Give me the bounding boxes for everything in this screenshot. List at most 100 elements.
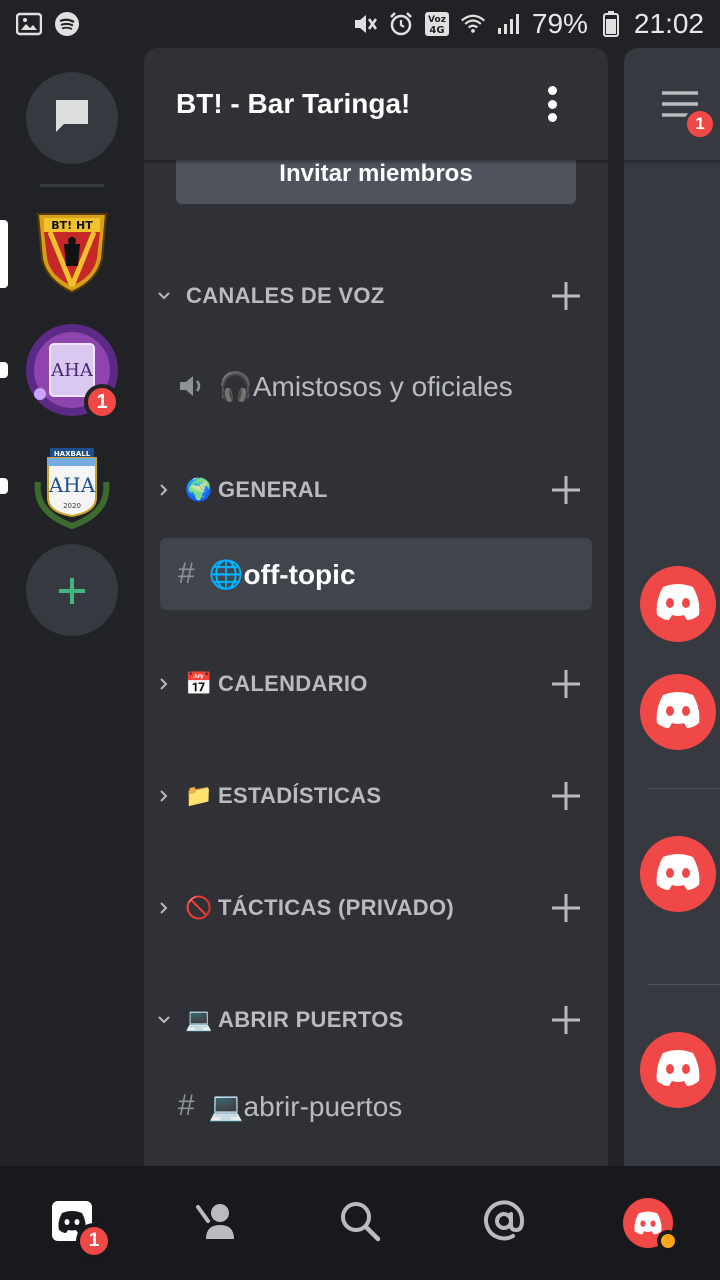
svg-text:BT! HT: BT! HT xyxy=(51,219,93,232)
discord-logo-icon xyxy=(653,853,703,896)
unread-indicator xyxy=(0,362,8,378)
my-avatar xyxy=(623,1198,679,1252)
add-server-button[interactable] xyxy=(26,544,118,636)
category-estadisticas[interactable]: 📁 ESTADÍSTICAS xyxy=(144,772,608,820)
category-label: GENERAL xyxy=(218,477,328,502)
add-channel-icon[interactable] xyxy=(548,1002,584,1038)
category-emoji: 🌍 xyxy=(185,477,213,502)
volte-icon: Voz 4G xyxy=(424,11,450,37)
channel-text-off-topic[interactable]: # 🌐off-topic xyxy=(160,538,592,610)
add-channel-icon[interactable] xyxy=(548,778,584,814)
member-list-badge: 1 xyxy=(684,108,716,140)
add-channel-icon[interactable] xyxy=(548,666,584,702)
category-abrir-puertos[interactable]: 💻 ABRIR PUERTOS xyxy=(144,996,608,1044)
chevron-right-icon xyxy=(154,674,174,694)
nav-mentions-button[interactable] xyxy=(468,1187,540,1259)
svg-text:2020: 2020 xyxy=(63,502,81,510)
server-unread-badge: 1 xyxy=(84,384,120,420)
svg-text:HAXBALL: HAXBALL xyxy=(54,450,91,458)
svg-text:AHA: AHA xyxy=(50,360,94,381)
chat-header: 1 xyxy=(624,48,720,160)
chevron-right-icon xyxy=(154,898,174,918)
battery-percent: 79% xyxy=(531,8,588,39)
server-rail: BT! HT AHA 1 HAXBALL AHA 2020 xyxy=(0,48,144,1166)
hash-icon: # xyxy=(178,557,195,590)
status-bar: Voz 4G 79% 21:02 xyxy=(0,0,720,48)
svg-text:4G: 4G xyxy=(429,25,444,36)
category-tacticas[interactable]: 🚫 TÁCTICAS (PRIVADO) xyxy=(144,884,608,932)
svg-text:AHA: AHA xyxy=(48,473,96,497)
category-emoji: 📁 xyxy=(185,783,213,808)
spotify-icon xyxy=(54,11,80,37)
discord-app: Voz 4G 79% 21:02 BT! HT AHA 1 HAXBALL AH… xyxy=(0,0,720,1280)
server-title: BT! - Bar Taringa! xyxy=(176,88,411,119)
channel-voice-amistosos[interactable]: 🎧Amistosos y oficiales xyxy=(160,350,592,422)
hash-icon: # xyxy=(178,1089,195,1122)
bt-ht-shield-logo: BT! HT xyxy=(28,208,116,301)
rail-separator xyxy=(40,184,104,187)
nav-search-button[interactable] xyxy=(324,1187,396,1259)
at-sign-icon xyxy=(483,1199,525,1247)
home-unread-badge: 1 xyxy=(76,1223,112,1259)
server-aha[interactable]: AHA 1 xyxy=(26,323,120,420)
server-header[interactable]: BT! - Bar Taringa! xyxy=(144,48,608,160)
aha-haxball-logo: HAXBALL AHA 2020 xyxy=(30,442,114,535)
user-avatar[interactable] xyxy=(640,566,716,642)
chevron-right-icon xyxy=(154,786,174,806)
speaker-icon xyxy=(178,373,206,399)
server-bt-ht[interactable]: BT! HT xyxy=(26,208,118,300)
category-label: TÁCTICAS (PRIVADO) xyxy=(218,895,454,920)
wifi-icon xyxy=(460,11,486,37)
gallery-icon xyxy=(16,11,42,37)
category-general[interactable]: 🌍 GENERAL xyxy=(144,466,608,514)
friends-icon xyxy=(194,1201,238,1246)
category-voice-channels[interactable]: CANALES DE VOZ xyxy=(144,272,608,320)
chevron-right-icon xyxy=(154,480,174,500)
discord-logo-icon xyxy=(653,691,703,734)
category-label: ABRIR PUERTOS xyxy=(218,1007,404,1032)
category-emoji: 📅 xyxy=(185,671,213,696)
channel-text-abrir-puertos[interactable]: # 💻abrir-puertos xyxy=(160,1070,592,1142)
category-calendario[interactable]: 📅 CALENDARIO xyxy=(144,660,608,708)
battery-icon xyxy=(598,11,624,37)
unread-indicator xyxy=(0,478,8,494)
nav-home-button[interactable]: 1 xyxy=(36,1187,112,1259)
message-divider xyxy=(648,788,720,789)
direct-messages-button[interactable] xyxy=(26,72,118,164)
user-avatar[interactable] xyxy=(640,674,716,750)
chat-bubble-icon xyxy=(52,96,92,141)
user-avatar[interactable] xyxy=(640,836,716,912)
message-divider xyxy=(648,984,720,985)
server-haxball-aha[interactable]: HAXBALL AHA 2020 xyxy=(26,442,118,534)
user-avatar[interactable] xyxy=(640,1032,716,1108)
category-emoji: 🚫 xyxy=(185,895,213,920)
chat-peek[interactable]: 1 xyxy=(624,48,720,1166)
channel-panel: BT! - Bar Taringa! Invitar miembros CANA… xyxy=(144,48,608,1166)
channel-name: 🎧Amistosos y oficiales xyxy=(218,370,513,402)
bottom-navigation: 1 xyxy=(0,1166,720,1280)
signal-icon xyxy=(496,11,522,37)
category-label: ESTADÍSTICAS xyxy=(218,783,382,808)
discord-logo-icon xyxy=(653,1049,703,1092)
chevron-down-icon xyxy=(154,1010,174,1030)
idle-status-icon xyxy=(657,1230,679,1252)
add-channel-icon[interactable] xyxy=(548,278,584,314)
svg-text:Voz: Voz xyxy=(428,15,446,25)
channel-name: 🌐off-topic xyxy=(208,558,356,590)
search-icon xyxy=(339,1200,381,1247)
category-label: CANALES DE VOZ xyxy=(186,283,385,308)
alarm-icon xyxy=(388,11,414,37)
mute-icon xyxy=(352,11,378,37)
nav-profile-button[interactable] xyxy=(612,1187,684,1259)
channel-name: 💻abrir-puertos xyxy=(208,1090,403,1122)
selected-server-indicator xyxy=(0,220,8,288)
category-emoji: 💻 xyxy=(185,1007,213,1032)
clock: 21:02 xyxy=(633,8,704,39)
add-channel-icon[interactable] xyxy=(548,472,584,508)
more-options-icon[interactable] xyxy=(540,86,564,122)
add-channel-icon[interactable] xyxy=(548,890,584,926)
plus-icon xyxy=(56,564,88,616)
category-label: CALENDARIO xyxy=(218,671,368,696)
discord-logo-icon xyxy=(653,583,703,626)
nav-friends-button[interactable] xyxy=(180,1187,252,1259)
